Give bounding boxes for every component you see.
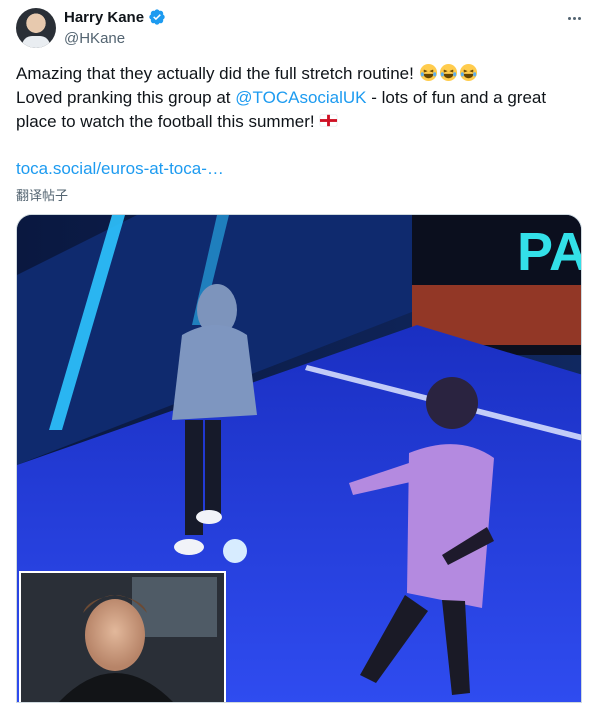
video-media[interactable]: PA [16,214,582,703]
video-frame: PA [17,215,582,702]
external-link[interactable]: toca.social/euros-at-toca-… [16,159,224,179]
more-options-button[interactable] [563,8,585,28]
wall-sign-text: PA [517,222,582,282]
tweet-line-1-text: Amazing that they actually did the full … [16,64,419,83]
tweet-card: Harry Kane @HKane Amazing that they actu… [0,0,599,703]
england-flag-icon [319,114,338,127]
tweet-text: Amazing that they actually did the full … [16,62,576,134]
avatar-shirt [22,36,50,48]
football [223,539,247,563]
tweet-line-2-after: - lots of fun and a great [366,88,547,107]
laughing-emoji-icon [419,63,437,82]
tweet-line-2: Loved pranking this group at @TOCAsocial… [16,86,576,110]
face-cam-inset [19,571,226,702]
author-avatar[interactable] [16,8,56,48]
author-display-name[interactable]: Harry Kane [64,9,144,26]
more-dot-icon [572,16,576,20]
tweet-line-2-before: Loved pranking this group at [16,88,236,107]
author-name-row: Harry Kane [64,8,166,26]
laughing-emoji-icon [439,63,457,82]
author-handle[interactable]: @HKane [64,30,125,47]
laughing-emoji-icon [459,63,477,82]
verified-badge-icon [149,9,165,25]
more-dot-icon [577,16,581,20]
mention-link[interactable]: @TOCAsocialUK [235,88,366,107]
tweet-line-1: Amazing that they actually did the full … [16,62,576,86]
more-dot-icon [567,16,571,20]
translate-post-link[interactable]: 翻译帖子 [16,185,68,204]
tweet-line-3-text: place to watch the football this summer! [16,112,320,131]
tweet-line-3: place to watch the football this summer! [16,110,576,134]
